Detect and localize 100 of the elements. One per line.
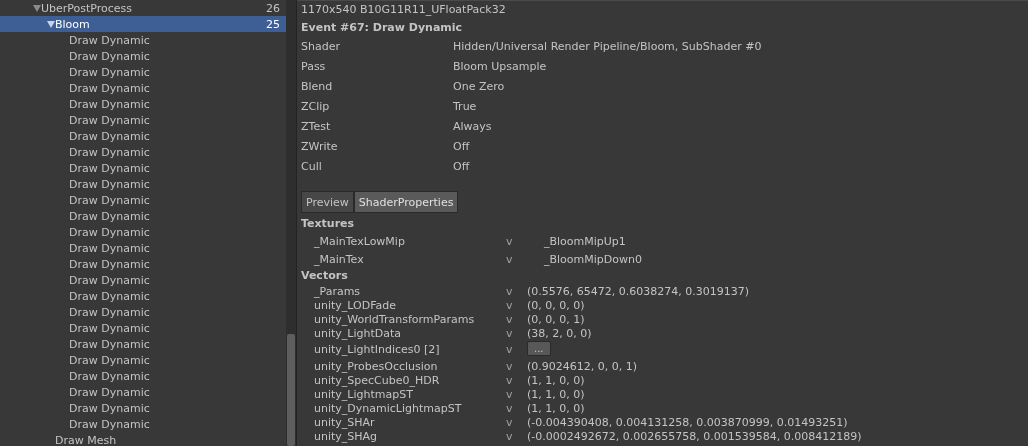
tree-item-label: Draw Dynamic (69, 225, 151, 239)
tree-item[interactable]: Draw Dynamic (0, 48, 286, 64)
tree-item-label: Draw Dynamic (69, 81, 151, 95)
tree-item[interactable]: Draw Dynamic (0, 240, 286, 256)
tree-item[interactable]: Draw Dynamic (0, 336, 286, 352)
tree-item[interactable]: UberPostProcess 26 (0, 0, 286, 16)
property-name: unity_WorldTransformParams (313, 312, 476, 326)
tab[interactable]: Preview (301, 191, 354, 213)
tree-item[interactable]: Draw Dynamic (0, 80, 286, 96)
event-count: 26 (266, 1, 281, 15)
property-value: Bloom Upsample (453, 59, 547, 75)
tree-item-label: Draw Dynamic (69, 209, 151, 223)
property-name: unity_SHAg (313, 429, 379, 443)
tree-item-label: Draw Dynamic (69, 273, 151, 287)
tree-item[interactable]: Draw Dynamic (0, 368, 286, 384)
property-value: _BloomMipDown0 (543, 252, 642, 266)
tree-item[interactable]: Draw Dynamic (0, 304, 286, 320)
tree-item-label: Draw Dynamic (69, 49, 151, 63)
property-value: True (453, 99, 477, 115)
tree-item-label: Draw Dynamic (69, 241, 151, 255)
tree-item-label: Bloom (55, 17, 91, 31)
property-name: unity_SHAr (313, 415, 376, 429)
property-value: One Zero (453, 79, 505, 95)
property-value: (38, 2, 0, 0) (527, 326, 592, 340)
property-name: ZTest (301, 119, 332, 135)
tab[interactable]: ShaderProperties (353, 191, 459, 213)
tree-item-label: UberPostProcess (41, 1, 134, 15)
toggle-label[interactable]: v (506, 415, 527, 429)
property-name: Blend (301, 79, 334, 95)
tree-item[interactable]: Draw Dynamic (0, 288, 286, 304)
property-name: unity_LODFade (313, 298, 397, 312)
toggle-label[interactable]: v (506, 343, 527, 356)
tree-item[interactable]: Draw Dynamic (0, 160, 286, 176)
property-value: (0.5576, 65472, 0.6038274, 0.3019137) (527, 284, 749, 298)
tree-item-label: Draw Dynamic (69, 401, 151, 415)
property-value: (1, 1, 0, 0) (527, 401, 585, 415)
tree-item[interactable]: Draw Dynamic (0, 320, 286, 336)
tree-item-label: Draw Dynamic (69, 385, 151, 399)
toggle-label[interactable]: v (506, 373, 527, 387)
property-name: unity_ProbesOcclusion (313, 359, 439, 373)
toggle-label[interactable]: v (506, 429, 527, 443)
tree-item[interactable]: Draw Dynamic (0, 208, 286, 224)
tree-item[interactable]: Draw Dynamic (0, 144, 286, 160)
property-value: (0.9024612, 0, 0, 1) (527, 359, 638, 373)
tree-item[interactable]: Bloom 25 (0, 16, 286, 32)
tree-item[interactable]: Draw Dynamic (0, 64, 286, 80)
event-count: 25 (266, 17, 281, 31)
property-value: Always (453, 119, 492, 135)
more-button[interactable]: ... (527, 341, 551, 356)
tree-item[interactable]: Draw Dynamic (0, 256, 286, 272)
tree-item-label: Draw Dynamic (69, 113, 151, 127)
tree-item[interactable]: Draw Dynamic (0, 224, 286, 240)
scrollbar-thumb[interactable] (287, 334, 295, 446)
tree-item-label: Draw Dynamic (69, 97, 151, 111)
property-name: Pass (301, 59, 327, 75)
property-value: Hidden/Universal Render Pipeline/Bloom, SubShader #0 (453, 39, 762, 55)
property-name: ZWrite (301, 139, 339, 155)
tree-item[interactable]: Draw Dynamic (0, 272, 286, 288)
property-name: _MainTex (313, 252, 365, 266)
tree-item[interactable]: Draw Dynamic (0, 416, 286, 432)
tree-item[interactable]: Draw Dynamic (0, 352, 286, 368)
toggle-label[interactable]: v (506, 387, 527, 401)
tree-item[interactable]: Draw Dynamic (0, 176, 286, 192)
property-value: (-0.004390408, 0.004131258, 0.003870999, 0.01493251) (527, 415, 848, 429)
toggle-label[interactable]: v (506, 234, 527, 248)
toggle-label[interactable]: v (506, 312, 527, 326)
toggle-label[interactable]: v (506, 298, 527, 312)
tree-item[interactable]: Draw Dynamic (0, 96, 286, 112)
tree-item[interactable]: Draw Dynamic (0, 128, 286, 144)
tree-item-label: Draw Dynamic (69, 65, 151, 79)
section-header: Textures (301, 216, 356, 232)
tree-item[interactable]: Draw Dynamic (0, 112, 286, 128)
property-value: (0, 0, 0, 0) (527, 298, 585, 312)
property-name: Shader (301, 39, 341, 55)
toggle-label[interactable]: v (506, 326, 527, 340)
tree-item[interactable]: Draw Dynamic (0, 192, 286, 208)
toggle-label[interactable]: v (506, 252, 527, 266)
property-name: unity_DynamicLightmapST (313, 401, 463, 415)
property-value: (1, 1, 0, 0) (527, 373, 585, 387)
property-name: ZClip (301, 99, 331, 115)
property-value: Off (453, 159, 470, 175)
tree-item[interactable]: Draw Dynamic (0, 32, 286, 48)
property-name: unity_LightData (313, 326, 403, 340)
property-name: Cull (301, 159, 323, 175)
section-header: Vectors (301, 268, 349, 284)
tree-item-label: Draw Dynamic (69, 321, 151, 335)
tree-item-label: Draw Dynamic (69, 129, 151, 143)
tree-item-label: Draw Dynamic (69, 145, 151, 159)
render-target-info: 1170x540 B10G11R11_UFloatPack32 (301, 2, 507, 18)
tree-item-label: Draw Dynamic (69, 289, 151, 303)
tree-item[interactable]: Draw Mesh (0, 432, 286, 446)
toggle-label[interactable]: v (506, 401, 527, 415)
tree-item[interactable]: Draw Dynamic (0, 400, 286, 416)
property-name: unity_LightmapST (313, 387, 414, 401)
tree-item-label: Draw Dynamic (69, 257, 151, 271)
property-value: Off (453, 139, 470, 155)
toggle-label[interactable]: v (506, 284, 527, 298)
tree-item-label: Draw Dynamic (69, 33, 151, 47)
tree-item[interactable]: Draw Dynamic (0, 384, 286, 400)
toggle-label[interactable]: v (506, 359, 527, 373)
